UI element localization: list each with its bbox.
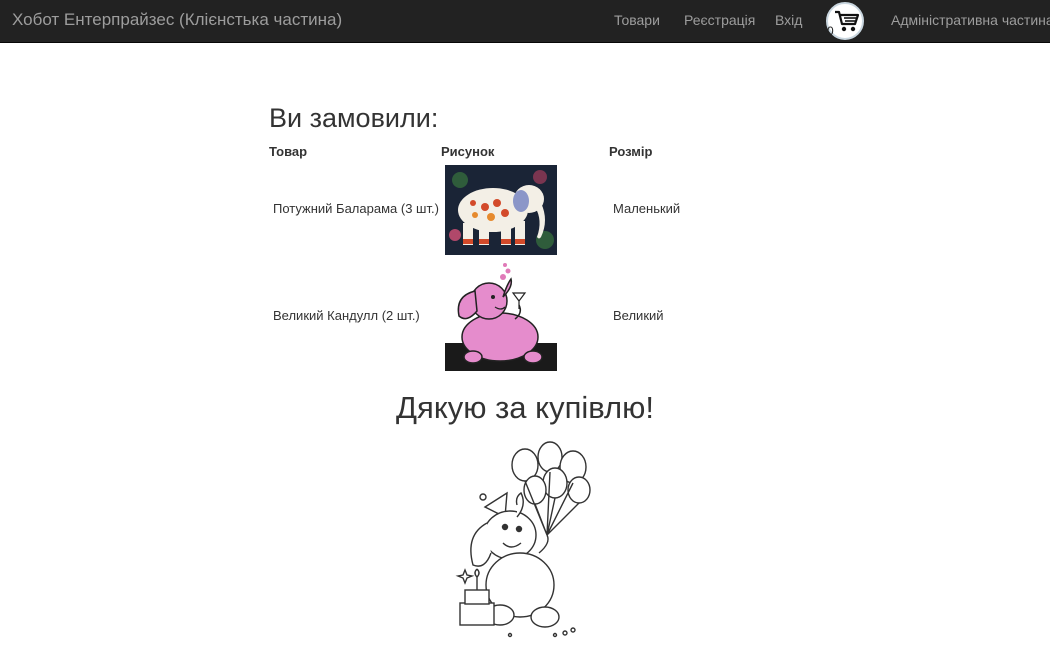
pink-elephant-image bbox=[445, 261, 557, 371]
order-item-size: Великий bbox=[613, 308, 664, 323]
column-header-image: Рисунок bbox=[441, 144, 495, 159]
column-header-size: Розмір bbox=[609, 144, 653, 159]
cart-count-badge: 0 bbox=[827, 24, 834, 38]
navbar: Хобот Ентерпрайзес (Клієнстька частина) … bbox=[0, 0, 1050, 43]
ornate-elephant-image bbox=[445, 165, 557, 255]
order-item-name: Великий Кандулл (2 шт.) bbox=[273, 308, 420, 323]
birthday-elephant-balloons-image bbox=[455, 435, 600, 640]
brand-link[interactable]: Хобот Ентерпрайзес (Клієнстька частина) bbox=[12, 10, 342, 30]
nav-register-link[interactable]: Реєстрація bbox=[684, 12, 755, 28]
order-title: Ви замовили: bbox=[269, 103, 439, 133]
cart-button[interactable]: 0 bbox=[826, 2, 864, 40]
order-item-size: Маленький bbox=[613, 201, 681, 216]
order-item-name: Потужний Баларама (3 шт.) bbox=[273, 201, 439, 216]
thank-you-heading: Дякую за купівлю! bbox=[396, 390, 654, 425]
column-header-product: Товар bbox=[269, 144, 308, 159]
shopping-cart-icon bbox=[835, 10, 860, 32]
nav-login-link[interactable]: Вхід bbox=[775, 12, 802, 28]
nav-admin-link[interactable]: Адміністративна частина bbox=[891, 12, 1050, 28]
nav-products-link[interactable]: Товари bbox=[614, 12, 660, 28]
